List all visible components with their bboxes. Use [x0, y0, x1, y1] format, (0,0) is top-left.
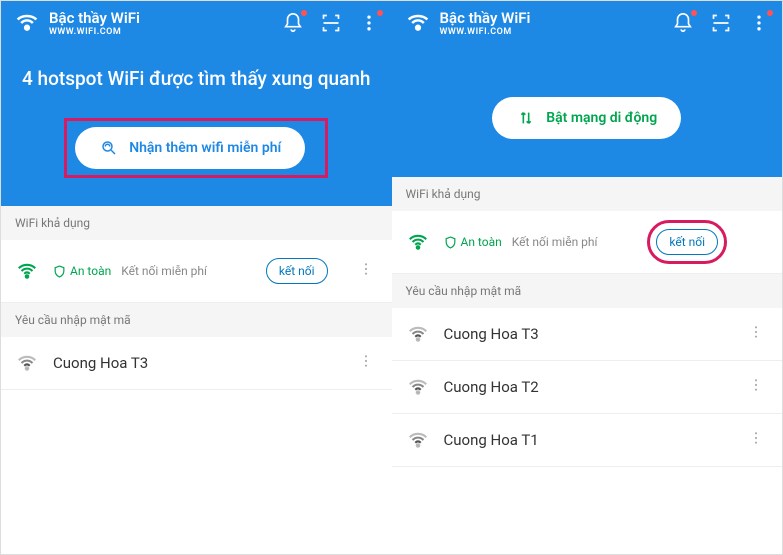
network-name: Cuong Hoa T1 — [444, 431, 719, 449]
network-name: Cuong Hoa T3 — [53, 354, 328, 372]
notification-icon[interactable] — [672, 12, 694, 34]
more-options-icon[interactable] — [354, 261, 378, 281]
safe-badge: An toàn — [53, 264, 111, 278]
wifi-signal-icon — [15, 259, 39, 283]
free-connect-text: Kết nối miễn phí — [121, 264, 207, 278]
wifi-signal-weak-icon — [15, 351, 39, 375]
available-wifi-label: WiFi khả dụng — [392, 177, 783, 211]
more-options-icon[interactable] — [744, 430, 768, 450]
get-free-wifi-button[interactable]: Nhận thêm wifi miễn phí — [75, 127, 305, 169]
safe-badge: An toàn — [444, 235, 502, 249]
more-options-icon[interactable] — [744, 377, 768, 397]
wifi-signal-weak-icon — [406, 375, 430, 399]
app-logo-icon — [404, 9, 432, 37]
hero-section: 4 hotspot WiFi được tìm thấy xung quanh … — [1, 45, 392, 206]
wifi-signal-icon — [406, 230, 430, 254]
wifi-signal-weak-icon — [406, 322, 430, 346]
hero-section: Bật mạng di động — [392, 45, 783, 177]
connect-button[interactable]: kết nối — [266, 258, 328, 284]
primary-wifi-row[interactable]: An toàn Kết nối miễn phí kết nối — [1, 240, 392, 303]
app-title: Bậc thầy WiFi — [49, 9, 274, 27]
available-wifi-label: WiFi khả dụng — [1, 206, 392, 240]
wifi-network-row[interactable]: Cuong Hoa T2 — [392, 361, 783, 414]
connect-button[interactable]: kết nối — [656, 229, 718, 255]
app-header: Bậc thầy WiFi WWW.WIFI.COM — [1, 1, 392, 45]
more-options-icon[interactable] — [744, 324, 768, 344]
scan-icon[interactable] — [320, 12, 342, 34]
enable-mobile-data-button[interactable]: Bật mạng di động — [492, 97, 681, 139]
wifi-network-row[interactable]: Cuong Hoa T1 — [392, 414, 783, 467]
app-logo-icon — [13, 9, 41, 37]
search-wifi-icon — [99, 138, 119, 158]
app-title-block: Bậc thầy WiFi WWW.WIFI.COM — [49, 9, 274, 37]
app-subtitle: WWW.WIFI.COM — [440, 27, 665, 37]
password-required-label: Yêu cầu nhập mật mã — [1, 303, 392, 337]
primary-wifi-row[interactable]: An toàn Kết nối miễn phí kết nối — [392, 211, 783, 274]
menu-icon[interactable] — [748, 12, 770, 34]
wifi-network-row[interactable]: Cuong Hoa T3 — [1, 337, 392, 390]
wifi-signal-weak-icon — [406, 428, 430, 452]
menu-icon[interactable] — [358, 12, 380, 34]
more-options-icon[interactable] — [354, 353, 378, 373]
app-title: Bậc thầy WiFi — [440, 9, 665, 27]
password-required-label: Yêu cầu nhập mật mã — [392, 274, 783, 308]
cta-label: Bật mạng di động — [546, 110, 657, 126]
app-subtitle: WWW.WIFI.COM — [49, 27, 274, 37]
scan-icon[interactable] — [710, 12, 732, 34]
network-name: Cuong Hoa T3 — [444, 325, 719, 343]
free-connect-text: Kết nối miễn phí — [512, 235, 598, 249]
cta-highlight: Nhận thêm wifi miễn phí — [64, 118, 328, 178]
data-transfer-icon — [516, 108, 536, 128]
app-title-block: Bậc thầy WiFi WWW.WIFI.COM — [440, 9, 665, 37]
notification-icon[interactable] — [282, 12, 304, 34]
network-name: Cuong Hoa T2 — [444, 378, 719, 396]
cta-label: Nhận thêm wifi miễn phí — [129, 140, 281, 156]
wifi-network-row[interactable]: Cuong Hoa T3 — [392, 308, 783, 361]
app-header: Bậc thầy WiFi WWW.WIFI.COM — [392, 1, 783, 45]
hero-title: 4 hotspot WiFi được tìm thấy xung quanh — [19, 67, 374, 90]
